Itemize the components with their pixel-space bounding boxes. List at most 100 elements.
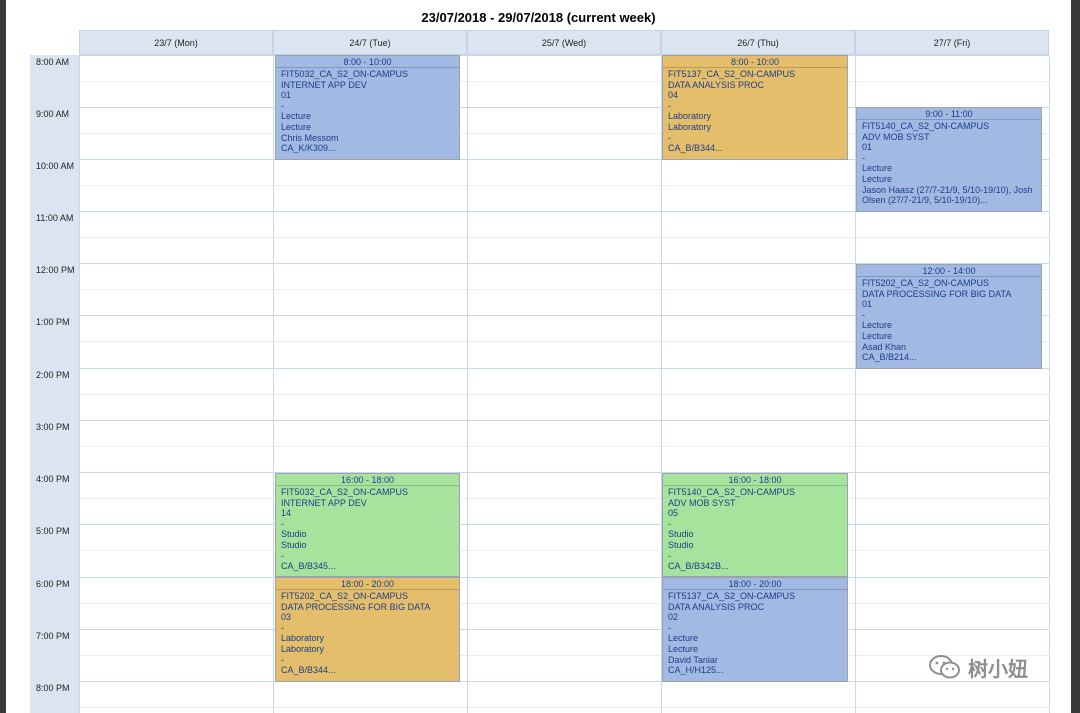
event-location: CA_B/B344...: [668, 143, 723, 154]
event-time: 18:00 - 20:00: [663, 578, 847, 590]
grid-line: [79, 81, 1049, 82]
hour-label: 12:00 PM: [36, 265, 75, 275]
timetable-page: 23/07/2018 - 29/07/2018 (current week) 2…: [6, 0, 1071, 713]
class-event[interactable]: 8:00 - 10:00 FIT5137_CA_S2_ON-CAMPUS DAT…: [662, 55, 848, 160]
event-staff: -: [668, 550, 671, 561]
event-unit: ADV MOB SYST: [862, 131, 930, 142]
grid-line: [79, 55, 80, 713]
grid-line: [79, 629, 1049, 630]
event-group: 02: [668, 612, 679, 623]
grid-line: [467, 55, 468, 713]
event-activity: Lecture: [281, 121, 312, 132]
day-header-tue: 24/7 (Tue): [273, 30, 467, 55]
event-activity: Lecture: [862, 320, 893, 331]
hour-label: 8:00 AM: [36, 57, 70, 67]
event-line: -: [668, 100, 671, 111]
event-staff: Olsen (27/7-21/9, 5/10-19/10)...: [862, 195, 988, 206]
event-line: -: [281, 518, 284, 529]
event-group: 01: [862, 142, 873, 153]
class-event[interactable]: 16:00 - 18:00 FIT5032_CA_S2_ON-CAMPUS IN…: [275, 473, 460, 577]
event-location: CA_B/B345...: [281, 561, 336, 572]
event-unit: INTERNET APP DEV: [281, 497, 367, 508]
grid-line: [79, 237, 1049, 238]
hour-label: 3:00 PM: [36, 422, 70, 432]
event-group: 14: [281, 508, 292, 519]
week-title: 23/07/2018 - 29/07/2018 (current week): [421, 10, 656, 25]
event-time: 9:00 - 11:00: [857, 108, 1041, 120]
event-location: CA_B/B342B...: [668, 561, 729, 572]
class-event[interactable]: 8:00 - 10:00 FIT5032_CA_S2_ON-CAMPUS INT…: [275, 55, 460, 160]
event-activity: Studio: [668, 529, 694, 540]
event-line: -: [862, 309, 865, 320]
hour-label: 9:00 AM: [36, 109, 70, 119]
event-line: -: [281, 100, 284, 111]
day-header-thu: 26/7 (Thu): [661, 30, 855, 55]
event-code: FIT5140_CA_S2_ON-CAMPUS: [668, 487, 796, 497]
event-staff: Asad Khan: [862, 341, 907, 352]
event-activity: Laboratory: [668, 121, 712, 132]
event-group: 03: [281, 612, 292, 623]
event-activity: Studio: [281, 529, 307, 540]
class-event[interactable]: 18:00 - 20:00 FIT5202_CA_S2_ON-CAMPUS DA…: [275, 577, 460, 682]
event-line: -: [668, 518, 671, 529]
time-column: [30, 55, 79, 713]
event-staff: -: [281, 550, 284, 561]
event-activity: Lecture: [668, 643, 699, 654]
event-staff: -: [668, 132, 671, 143]
event-group: 04: [668, 90, 679, 101]
hour-label: 8:00 PM: [36, 683, 70, 693]
event-time: 8:00 - 10:00: [663, 56, 847, 68]
grid-line: [79, 524, 1049, 525]
event-time: 8:00 - 10:00: [276, 56, 459, 68]
grid-line: [79, 394, 1049, 395]
event-code: FIT5140_CA_S2_ON-CAMPUS: [862, 121, 990, 131]
hour-label: 5:00 PM: [36, 526, 70, 536]
event-activity: Laboratory: [281, 633, 325, 644]
event-activity: Studio: [281, 539, 307, 550]
grid-line: [79, 655, 1049, 656]
event-staff: Jason Haasz (27/7-21/9, 5/10-19/10), Jos…: [862, 184, 1033, 195]
event-time: 18:00 - 20:00: [276, 578, 459, 590]
event-unit: DATA ANALYSIS PROC: [668, 601, 765, 612]
event-time: 12:00 - 14:00: [857, 265, 1041, 277]
event-code: FIT5202_CA_S2_ON-CAMPUS: [862, 278, 990, 288]
event-activity: Lecture: [862, 163, 893, 174]
event-activity: Lecture: [668, 633, 699, 644]
event-activity: Studio: [668, 539, 694, 550]
event-unit: DATA ANALYSIS PROC: [668, 79, 765, 90]
event-group: 05: [668, 508, 679, 519]
day-header-wed: 25/7 (Wed): [467, 30, 661, 55]
hour-label: 1:00 PM: [36, 317, 70, 327]
grid-line: [79, 707, 1049, 708]
event-staff: Chris Messom: [281, 132, 339, 143]
event-activity: Lecture: [862, 173, 893, 184]
watermark-text: 树小妞: [968, 656, 1028, 681]
event-unit: DATA PROCESSING FOR BIG DATA: [862, 288, 1012, 299]
grid-line: [79, 472, 1049, 473]
event-line: -: [281, 622, 284, 633]
event-code: FIT5032_CA_S2_ON-CAMPUS: [281, 69, 409, 79]
event-time: 16:00 - 18:00: [663, 474, 847, 486]
event-code: FIT5202_CA_S2_ON-CAMPUS: [281, 591, 409, 601]
grid-line: [273, 55, 274, 713]
event-location: CA_B/B344...: [281, 665, 336, 676]
class-event[interactable]: 9:00 - 11:00 FIT5140_CA_S2_ON-CAMPUS ADV…: [856, 107, 1042, 212]
event-location: CA_H/H125...: [668, 665, 724, 676]
event-activity: Laboratory: [281, 643, 325, 654]
class-event[interactable]: 18:00 - 20:00 FIT5137_CA_S2_ON-CAMPUS DA…: [662, 577, 848, 682]
grid-line: [79, 550, 1049, 551]
grid-line: [79, 55, 1049, 56]
event-location: CA_B/B214...: [862, 352, 917, 363]
hour-label: 2:00 PM: [36, 370, 70, 380]
grid-line: [79, 498, 1049, 499]
event-staff: David Taniar: [668, 654, 718, 665]
event-activity: Lecture: [281, 111, 312, 122]
hour-label: 11:00 AM: [36, 213, 74, 223]
event-group: 01: [862, 299, 873, 310]
class-event[interactable]: 16:00 - 18:00 FIT5140_CA_S2_ON-CAMPUS AD…: [662, 473, 848, 577]
grid-line: [79, 681, 1049, 682]
class-event[interactable]: 12:00 - 14:00 FIT5202_CA_S2_ON-CAMPUS DA…: [856, 264, 1042, 369]
event-code: FIT5137_CA_S2_ON-CAMPUS: [668, 69, 796, 79]
event-unit: INTERNET APP DEV: [281, 79, 367, 90]
grid-line: [79, 603, 1049, 604]
